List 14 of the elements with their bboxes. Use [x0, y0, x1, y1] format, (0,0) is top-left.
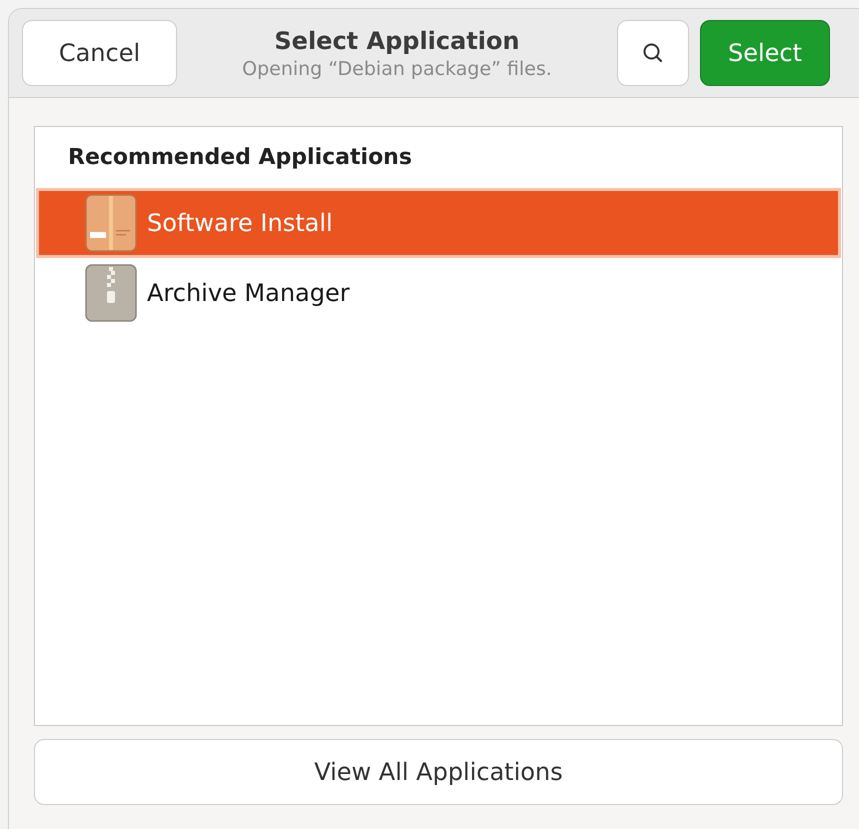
view-all-button[interactable]: View All Applications [34, 739, 843, 805]
dialog-title: Select Application [274, 26, 520, 54]
zipper-file-icon [85, 264, 137, 322]
application-row[interactable]: Archive Manager [39, 261, 838, 325]
select-button[interactable]: Select [700, 20, 830, 86]
dialog-subtitle: Opening “Debian package” files. [242, 58, 552, 80]
search-button[interactable] [617, 20, 689, 86]
cancel-button[interactable]: Cancel [22, 20, 177, 86]
application-name: Archive Manager [147, 279, 350, 307]
search-icon [641, 41, 665, 65]
package-icon [85, 194, 137, 252]
application-name: Software Install [147, 209, 333, 237]
list-heading: Recommended Applications [67, 144, 413, 172]
application-row[interactable]: Software Install [39, 191, 838, 255]
